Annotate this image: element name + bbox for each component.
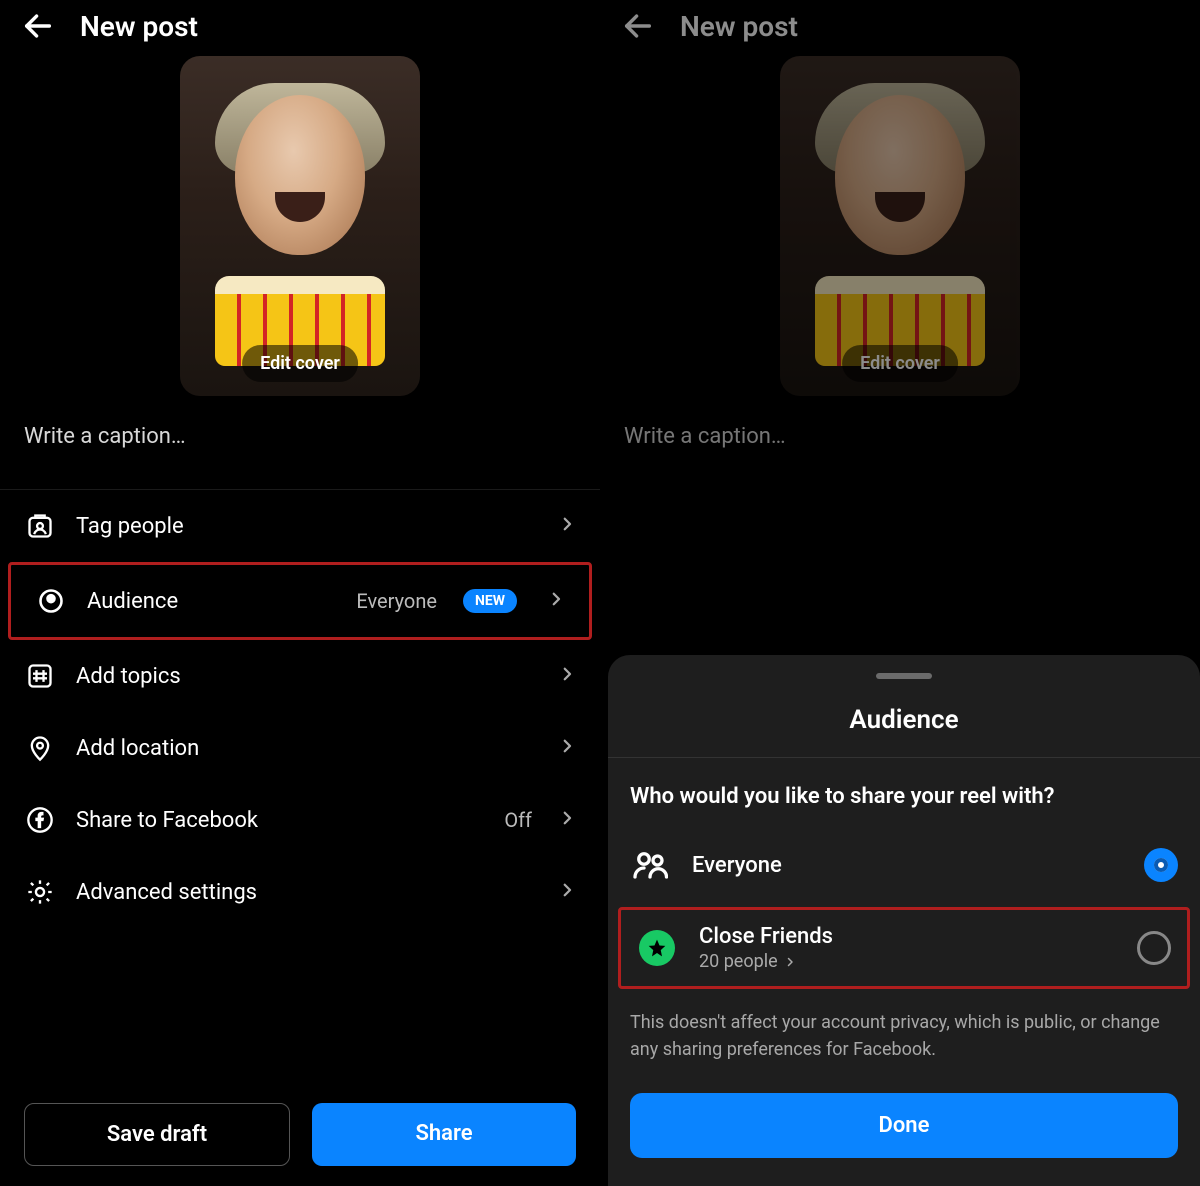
option-sublabel[interactable]: 20 people bbox=[699, 951, 1115, 972]
left-pane: New post Edit cover Write a caption… Tag… bbox=[0, 0, 600, 1186]
facebook-icon bbox=[24, 804, 56, 836]
drag-handle[interactable] bbox=[876, 673, 932, 679]
page-title: New post bbox=[680, 10, 798, 43]
option-close-friends[interactable]: Close Friends 20 people bbox=[631, 914, 1177, 982]
audience-modal: Audience Who would you like to share you… bbox=[608, 655, 1200, 1186]
close-friends-count: 20 people bbox=[699, 951, 778, 972]
audience-icon bbox=[35, 585, 67, 617]
options-list: Tag people Audience Everyone NEW bbox=[0, 489, 600, 928]
highlight-audience: Audience Everyone NEW bbox=[8, 562, 592, 640]
edit-cover-button[interactable]: Edit cover bbox=[242, 345, 358, 382]
location-icon bbox=[24, 732, 56, 764]
caption-input: Write a caption… bbox=[600, 396, 1200, 489]
chevron-right-icon bbox=[558, 736, 576, 761]
option-everyone[interactable]: Everyone bbox=[608, 829, 1200, 901]
header: New post bbox=[0, 0, 600, 56]
back-arrow-icon[interactable] bbox=[20, 8, 56, 44]
row-label: Audience bbox=[87, 589, 336, 614]
row-audience[interactable]: Audience Everyone NEW bbox=[8, 562, 592, 640]
caption-input[interactable]: Write a caption… bbox=[0, 396, 600, 489]
chevron-right-icon bbox=[784, 956, 796, 968]
edit-cover-button: Edit cover bbox=[842, 345, 958, 382]
option-label: Close Friends bbox=[699, 924, 1115, 949]
media-preview[interactable]: Edit cover bbox=[180, 56, 420, 396]
chevron-right-icon bbox=[558, 664, 576, 689]
row-value: Everyone bbox=[356, 589, 437, 613]
right-pane: New post Edit cover Write a caption… Aud… bbox=[600, 0, 1200, 1186]
footer: Save draft Share bbox=[0, 1103, 600, 1166]
chevron-right-icon bbox=[547, 589, 565, 614]
save-draft-button[interactable]: Save draft bbox=[24, 1103, 290, 1166]
row-label: Add location bbox=[76, 736, 538, 761]
row-add-location[interactable]: Add location bbox=[0, 712, 600, 784]
new-badge: NEW bbox=[463, 589, 517, 613]
row-tag-people[interactable]: Tag people bbox=[0, 490, 600, 562]
gear-icon bbox=[24, 876, 56, 908]
tag-people-icon bbox=[24, 510, 56, 542]
preview-decoration bbox=[835, 95, 965, 255]
media-preview-wrap: Edit cover bbox=[600, 56, 1200, 396]
row-label: Tag people bbox=[76, 514, 538, 539]
modal-disclaimer: This doesn't affect your account privacy… bbox=[608, 995, 1200, 1087]
modal-subtitle: Who would you like to share your reel wi… bbox=[608, 758, 1200, 829]
row-label: Advanced settings bbox=[76, 880, 538, 905]
close-friends-icon bbox=[637, 928, 677, 968]
share-button[interactable]: Share bbox=[312, 1103, 576, 1166]
header: New post bbox=[600, 0, 1200, 56]
modal-title: Audience bbox=[608, 705, 1200, 758]
dimmed-background: New post Edit cover Write a caption… bbox=[600, 0, 1200, 489]
page-title: New post bbox=[80, 10, 198, 43]
media-preview: Edit cover bbox=[780, 56, 1020, 396]
row-share-facebook[interactable]: Share to Facebook Off bbox=[0, 784, 600, 856]
preview-decoration bbox=[235, 95, 365, 255]
back-arrow-icon bbox=[620, 8, 656, 44]
topics-icon bbox=[24, 660, 56, 692]
chevron-right-icon bbox=[558, 514, 576, 539]
row-advanced-settings[interactable]: Advanced settings bbox=[0, 856, 600, 928]
option-text: Everyone bbox=[692, 853, 1122, 878]
row-label: Add topics bbox=[76, 664, 538, 689]
radio-unselected[interactable] bbox=[1137, 931, 1171, 965]
option-label: Everyone bbox=[692, 853, 1122, 878]
row-add-topics[interactable]: Add topics bbox=[0, 640, 600, 712]
chevron-right-icon bbox=[558, 808, 576, 833]
option-text: Close Friends 20 people bbox=[699, 924, 1115, 972]
chevron-right-icon bbox=[558, 880, 576, 905]
radio-selected[interactable] bbox=[1144, 848, 1178, 882]
media-preview-wrap: Edit cover bbox=[0, 56, 600, 396]
row-value: Off bbox=[504, 808, 532, 832]
done-button[interactable]: Done bbox=[630, 1093, 1178, 1158]
everyone-icon bbox=[630, 845, 670, 885]
row-label: Share to Facebook bbox=[76, 808, 484, 833]
highlight-close-friends: Close Friends 20 people bbox=[618, 907, 1190, 989]
